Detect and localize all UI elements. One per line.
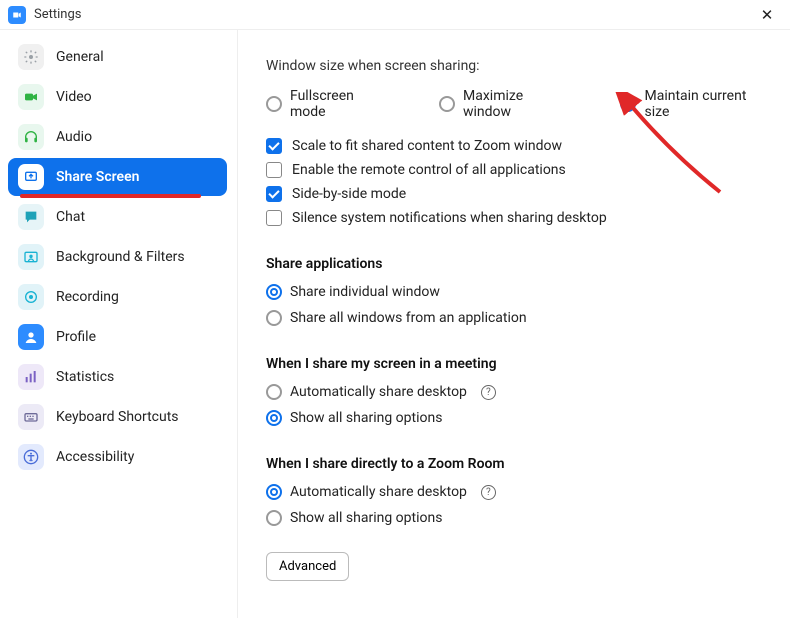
checkbox-icon (266, 162, 282, 178)
radio-showall1[interactable]: Show all sharing options (266, 410, 770, 426)
zoomroom-title: When I share directly to a Zoom Room (266, 456, 770, 472)
sidebar-item-video[interactable]: Video (8, 78, 227, 116)
radio-autodesk2[interactable]: Automatically share desktop? (266, 484, 770, 500)
titlebar: Settings ✕ (0, 0, 790, 30)
radio-label: Maintain current size (644, 88, 770, 120)
radio-label: Share all windows from an application (290, 310, 527, 326)
gear-icon (18, 44, 44, 70)
sidebar-item-chat[interactable]: Chat (8, 198, 227, 236)
checkbox-icon (266, 138, 282, 154)
radio-label: Maximize window (463, 88, 570, 120)
checkbox-label: Silence system notifications when sharin… (292, 210, 607, 226)
sidebar-item-recording[interactable]: Recording (8, 278, 227, 316)
keyboard-icon (18, 404, 44, 430)
content-panel: Window size when screen sharing: Fullscr… (238, 30, 790, 618)
zoomroom-options: Automatically share desktop? Show all sha… (266, 484, 770, 526)
sidebar-item-background[interactable]: Background & Filters (8, 238, 227, 276)
close-button[interactable]: ✕ (752, 0, 782, 30)
radio-circle-icon (266, 284, 282, 300)
sidebar-item-label: Keyboard Shortcuts (56, 409, 179, 425)
sidebar-item-label: Chat (56, 209, 85, 225)
radio-circle-icon (266, 310, 282, 326)
video-icon (18, 84, 44, 110)
checkbox-scale[interactable]: Scale to fit shared content to Zoom wind… (266, 138, 770, 154)
share-apps-options: Share individual window Share all windows… (266, 284, 770, 326)
sidebar-item-label: Statistics (56, 369, 114, 385)
checkbox-label: Scale to fit shared content to Zoom wind… (292, 138, 562, 154)
sidebar-item-statistics[interactable]: Statistics (8, 358, 227, 396)
sidebar-item-keyboard[interactable]: Keyboard Shortcuts (8, 398, 227, 436)
help-icon[interactable]: ? (481, 385, 496, 400)
radio-label: Automatically share desktop (290, 384, 467, 400)
window-title: Settings (34, 7, 752, 22)
meeting-options: Automatically share desktop? Show all sha… (266, 384, 770, 426)
radio-fullscreen[interactable]: Fullscreen mode (266, 88, 389, 120)
bgf-icon (18, 244, 44, 270)
share-apps-title: Share applications (266, 256, 770, 272)
sidebar-item-label: General (56, 49, 104, 65)
share-icon (18, 164, 44, 190)
radio-label: Fullscreen mode (290, 88, 389, 120)
checkbox-sbs[interactable]: Side-by-side mode (266, 186, 770, 202)
sidebar: General Video Audio Share Screen Chat Backgro… (0, 30, 238, 618)
checkbox-icon (266, 210, 282, 226)
sidebar-item-profile[interactable]: Profile (8, 318, 227, 356)
meeting-title: When I share my screen in a meeting (266, 356, 770, 372)
sidebar-item-share-screen[interactable]: Share Screen (8, 158, 227, 196)
radio-label: Show all sharing options (290, 410, 442, 426)
radio-allwin[interactable]: Share all windows from an application (266, 310, 770, 326)
radio-label: Show all sharing options (290, 510, 442, 526)
radio-label: Automatically share desktop (290, 484, 467, 500)
sidebar-item-label: Audio (56, 129, 92, 145)
radio-circle-icon (620, 96, 636, 112)
sidebar-item-audio[interactable]: Audio (8, 118, 227, 156)
sidebar-item-accessibility[interactable]: Accessibility (8, 438, 227, 476)
sidebar-item-label: Background & Filters (56, 249, 185, 265)
radio-label: Share individual window (290, 284, 440, 300)
share-checkboxes: Scale to fit shared content to Zoom wind… (266, 138, 770, 226)
checkbox-label: Side-by-side mode (292, 186, 406, 202)
radio-circle-icon (266, 484, 282, 500)
sidebar-item-general[interactable]: General (8, 38, 227, 76)
radio-maximize[interactable]: Maximize window (439, 88, 570, 120)
radio-indiv[interactable]: Share individual window (266, 284, 770, 300)
record-icon (18, 284, 44, 310)
sidebar-item-label: Share Screen (56, 169, 139, 185)
checkbox-silence[interactable]: Silence system notifications when sharin… (266, 210, 770, 226)
app-icon (8, 6, 26, 24)
radio-showall2[interactable]: Show all sharing options (266, 510, 770, 526)
sidebar-item-label: Accessibility (56, 449, 134, 465)
radio-circle-icon (439, 96, 455, 112)
radio-maintain[interactable]: Maintain current size (620, 88, 770, 120)
window-size-heading: Window size when screen sharing: (266, 58, 770, 74)
radio-circle-icon (266, 384, 282, 400)
sidebar-item-label: Video (56, 89, 92, 105)
sidebar-item-label: Profile (56, 329, 96, 345)
radio-circle-icon (266, 96, 282, 112)
help-icon[interactable]: ? (481, 485, 496, 500)
advanced-button[interactable]: Advanced (266, 552, 349, 581)
headphones-icon (18, 124, 44, 150)
checkbox-remote[interactable]: Enable the remote control of all applica… (266, 162, 770, 178)
checkbox-label: Enable the remote control of all applica… (292, 162, 566, 178)
radio-circle-icon (266, 410, 282, 426)
radio-circle-icon (266, 510, 282, 526)
profile-icon (18, 324, 44, 350)
window-size-options: Fullscreen mode Maximize window Maintain c… (266, 88, 770, 120)
stats-icon (18, 364, 44, 390)
radio-autodesk1[interactable]: Automatically share desktop? (266, 384, 770, 400)
chat-icon (18, 204, 44, 230)
access-icon (18, 444, 44, 470)
checkbox-icon (266, 186, 282, 202)
sidebar-item-label: Recording (56, 289, 119, 305)
